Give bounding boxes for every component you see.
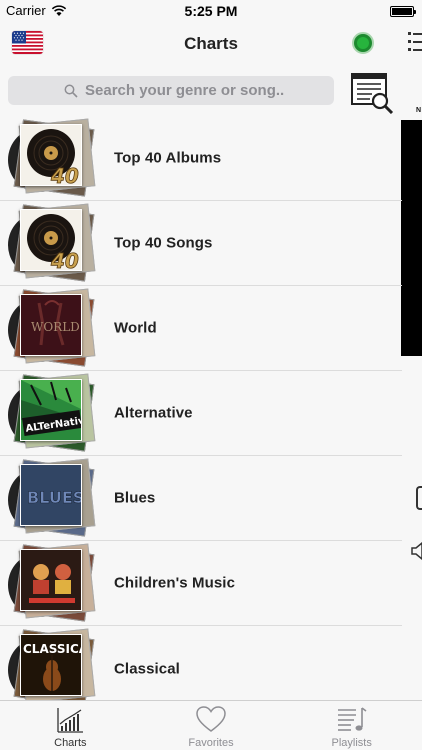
chart-icon [57, 708, 84, 733]
tab-bar: Charts Favorites Playlists [0, 700, 422, 750]
playlist-icon [337, 707, 367, 731]
childrens-music-art-icon [21, 550, 81, 610]
svg-text:BLUES: BLUES [27, 488, 82, 507]
blues-art-icon: BLUES [21, 465, 82, 525]
svg-text:40: 40 [50, 164, 79, 186]
alternative-art-icon: ALTerNative [21, 380, 81, 440]
status-bar: Carrier 5:25 PM [0, 0, 422, 22]
list-item-top-40-songs[interactable]: 40 Top 40 Songs [0, 201, 402, 286]
tab-playlists[interactable]: Playlists [281, 701, 422, 750]
list-item-blues[interactable]: BLUES Blues [0, 456, 402, 541]
search-bar[interactable] [8, 76, 334, 105]
svg-text:CLASSICA: CLASSICA [23, 642, 82, 656]
list-item-label: Top 40 Songs [114, 234, 213, 252]
nav-bar: Charts [0, 22, 422, 66]
svg-text:40: 40 [50, 249, 79, 271]
world-art-icon: WORLD [21, 295, 81, 355]
list-menu-icon[interactable] [408, 30, 422, 56]
tab-favorites[interactable]: Favorites [141, 701, 282, 750]
album-art-stack: BLUES [8, 458, 96, 538]
list-item-childrens-music[interactable]: Children's Music [0, 541, 402, 626]
list-item-top-40-albums[interactable]: 40 Top 40 Albums [0, 116, 402, 201]
tab-label: Favorites [188, 737, 234, 749]
list-item-label: Alternative [114, 404, 193, 422]
heart-icon [196, 706, 226, 732]
list-item-label: World [114, 319, 157, 337]
search-input[interactable] [85, 82, 325, 99]
battery-icon [390, 6, 416, 17]
document-search-icon[interactable] [350, 72, 394, 114]
top40-art-icon: 40 [21, 125, 81, 186]
status-time: 5:25 PM [184, 3, 238, 19]
list-item-label: Blues [114, 489, 156, 507]
side-panel-label: N [416, 107, 422, 114]
album-art-stack: ALTerNative [8, 373, 96, 453]
tab-label: Playlists [331, 737, 372, 749]
classical-art-icon: CLASSICA [21, 635, 82, 695]
tab-label: Charts [54, 737, 87, 749]
album-art-stack: WORLD [8, 288, 96, 368]
record-status-icon[interactable] [352, 32, 374, 54]
list-item-alternative[interactable]: ALTerNative Alternative [0, 371, 402, 456]
album-art-stack: 40 [8, 118, 96, 198]
list-item-label: Classical [114, 660, 180, 677]
album-art-stack: 40 [8, 203, 96, 283]
list-item-world[interactable]: WORLD World [0, 286, 402, 371]
album-art-stack [8, 543, 96, 623]
list-item-label: Top 40 Albums [114, 149, 222, 167]
frame-icon[interactable] [416, 486, 422, 510]
album-art-stack: CLASSICA [8, 628, 96, 708]
speaker-icon[interactable] [410, 541, 422, 561]
top40-art-icon: 40 [21, 210, 81, 271]
tab-charts[interactable]: Charts [0, 701, 141, 750]
svg-text:WORLD: WORLD [31, 320, 80, 334]
search-icon [64, 84, 78, 98]
chart-list: 40 Top 40 Albums 40 Top 40 Songs WORLD W… [0, 116, 402, 711]
list-item-label: Children's Music [114, 574, 236, 592]
list-item-classical[interactable]: CLASSICA Classical [0, 626, 402, 711]
side-panel-strip [401, 120, 422, 356]
